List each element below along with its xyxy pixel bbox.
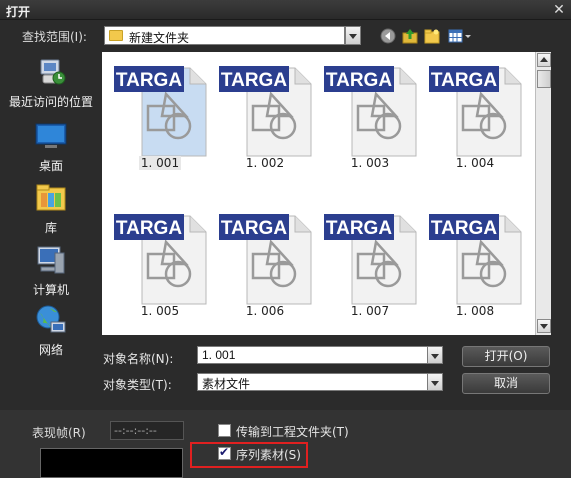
file-badge: TARGA	[221, 218, 287, 239]
file-item[interactable]: TARGA 1. 004	[423, 52, 527, 192]
network-icon	[36, 305, 66, 333]
file-name: 1. 004	[455, 156, 495, 170]
desktop-icon	[35, 123, 67, 148]
file-list[interactable]: TARGA 1. 001 TARGA 1. 002 TARGA 1. 003 TARGA 1.…	[102, 52, 535, 335]
targa-file-icon: TARGA	[324, 214, 417, 305]
places-bar: 最近访问的位置 桌面 库 计算机 网络	[4, 50, 98, 410]
file-item[interactable]: TARGA 1. 007	[318, 200, 422, 335]
lookin-dropdown[interactable]: 新建文件夹	[104, 26, 345, 45]
filename-input[interactable]	[197, 346, 428, 364]
file-name: 1. 001	[138, 156, 182, 170]
folder-icon	[109, 30, 123, 41]
place-computer[interactable]: 计算机	[4, 244, 98, 298]
close-icon[interactable]: ✕	[551, 2, 567, 18]
cancel-button[interactable]: 取消	[462, 373, 550, 394]
targa-file-icon: TARGA	[114, 66, 207, 157]
file-item[interactable]: TARGA 1. 003	[318, 52, 422, 192]
place-recent[interactable]: 最近访问的位置	[4, 56, 98, 110]
recent-places-icon	[40, 59, 66, 85]
filename-dropdown-button[interactable]	[427, 346, 443, 364]
lookin-value: 新建文件夹	[129, 31, 190, 45]
up-folder-icon[interactable]	[402, 28, 418, 44]
view-menu-icon[interactable]	[448, 28, 472, 44]
place-label: 库	[44, 221, 57, 235]
file-item[interactable]: TARGA 1. 005	[108, 200, 212, 335]
file-name: 1. 007	[350, 304, 390, 318]
file-name: 1. 008	[455, 304, 495, 318]
place-desktop[interactable]: 桌面	[4, 120, 98, 174]
file-name: 1. 006	[245, 304, 285, 318]
targa-file-icon: TARGA	[219, 214, 312, 305]
file-item[interactable]: TARGA 1. 006	[213, 200, 317, 335]
file-name: 1. 003	[350, 156, 390, 170]
file-badge: TARGA	[116, 70, 182, 91]
file-badge: TARGA	[116, 218, 182, 239]
library-icon	[36, 184, 66, 211]
back-icon[interactable]	[380, 28, 396, 44]
file-badge: TARGA	[326, 70, 392, 91]
filetype-dropdown-button[interactable]	[427, 373, 443, 391]
frame-label: 表现帧(R)	[32, 426, 86, 440]
filetype-select[interactable]: 素材文件	[197, 373, 428, 391]
targa-file-icon: TARGA	[429, 66, 522, 157]
file-name: 1. 002	[245, 156, 285, 170]
transfer-label: 传输到工程文件夹(T)	[236, 425, 349, 439]
place-label: 计算机	[32, 283, 69, 297]
computer-icon	[37, 246, 65, 274]
transfer-checkbox[interactable]	[218, 424, 231, 437]
targa-file-icon: TARGA	[219, 66, 312, 157]
place-label: 最近访问的位置	[8, 95, 93, 109]
window-title: 打开	[6, 5, 31, 19]
lookin-label: 查找范围(I):	[22, 30, 87, 44]
file-badge: TARGA	[326, 218, 392, 239]
file-item[interactable]: TARGA 1. 001	[108, 52, 212, 192]
file-item[interactable]: TARGA 1. 002	[213, 52, 317, 192]
new-folder-icon[interactable]	[424, 28, 440, 44]
file-badge: TARGA	[431, 218, 497, 239]
vertical-scrollbar[interactable]	[535, 52, 551, 335]
targa-file-icon: TARGA	[114, 214, 207, 305]
file-badge: TARGA	[221, 70, 287, 91]
filename-label: 对象名称(N):	[103, 352, 174, 366]
place-label: 网络	[38, 343, 63, 357]
filetype-label: 对象类型(T):	[103, 378, 172, 392]
lookin-dropdown-button[interactable]	[345, 26, 361, 45]
highlight-box	[190, 442, 308, 468]
file-item[interactable]: TARGA 1. 008	[423, 200, 527, 335]
place-label: 桌面	[38, 159, 63, 173]
file-badge: TARGA	[431, 70, 497, 91]
scroll-thumb[interactable]	[537, 70, 551, 88]
frame-timecode[interactable]: --:--:--:--	[110, 421, 184, 440]
targa-file-icon: TARGA	[429, 214, 522, 305]
scroll-down-button[interactable]	[537, 319, 551, 333]
place-library[interactable]: 库	[4, 182, 98, 236]
targa-file-icon: TARGA	[324, 66, 417, 157]
filetype-value: 素材文件	[202, 377, 251, 391]
place-network[interactable]: 网络	[4, 304, 98, 358]
title-bar: 打开 ✕	[0, 0, 571, 20]
preview-area	[40, 448, 183, 478]
file-name: 1. 005	[140, 304, 180, 318]
scroll-up-button[interactable]	[537, 53, 551, 67]
open-button[interactable]: 打开(O)	[462, 346, 550, 367]
